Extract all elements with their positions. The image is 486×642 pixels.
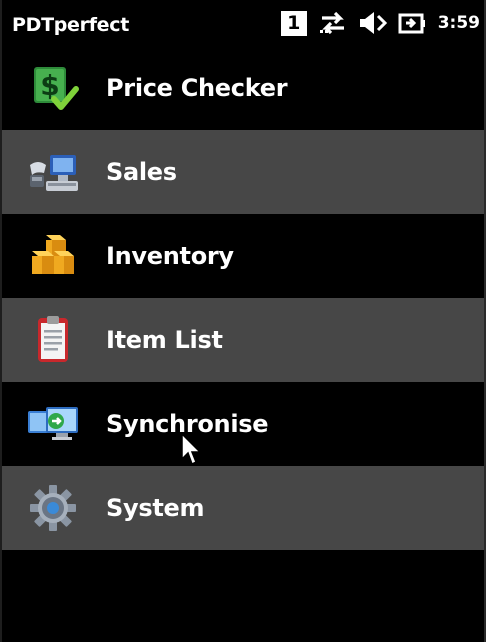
app-screen: PDTperfect 1 3:59 $ Price Checker Sales … xyxy=(0,0,486,642)
mouse-pointer-icon xyxy=(181,433,202,466)
inventory-boxes-icon xyxy=(32,235,74,274)
app-title: PDTperfect xyxy=(12,14,130,36)
menu-label: Price Checker xyxy=(106,74,288,102)
title-bar: PDTperfect 1 3:59 xyxy=(0,0,486,48)
menu-label: Item List xyxy=(106,326,223,354)
menu-label: Inventory xyxy=(106,242,234,270)
menu-item-sales[interactable]: Sales xyxy=(0,130,486,214)
svg-text:$: $ xyxy=(40,69,59,102)
menu-label: System xyxy=(106,494,205,522)
menu-item-price-checker[interactable]: $ Price Checker xyxy=(0,46,486,130)
price-checker-icon: $ xyxy=(34,67,79,110)
battery-plug-icon[interactable] xyxy=(398,11,426,35)
gear-icon xyxy=(30,485,76,531)
main-menu: $ Price Checker Sales Inventory Item Lis… xyxy=(0,46,486,550)
sync-monitor-icon xyxy=(28,407,78,440)
left-border xyxy=(0,0,2,642)
menu-label: Sales xyxy=(106,158,177,186)
speaker-muted-icon[interactable] xyxy=(358,10,388,36)
status-icons: 1 3:59 xyxy=(280,10,480,36)
menu-item-inventory[interactable]: Inventory xyxy=(0,214,486,298)
sales-terminal-icon xyxy=(30,155,78,191)
connectivity-arrows-icon[interactable] xyxy=(318,11,348,35)
clock: 3:59 xyxy=(437,13,480,33)
menu-item-system[interactable]: System xyxy=(0,466,486,550)
notification-count-badge[interactable]: 1 xyxy=(280,10,307,36)
clipboard-icon xyxy=(38,316,68,362)
menu-item-item-list[interactable]: Item List xyxy=(0,298,486,382)
menu-item-synchronise[interactable]: Synchronise xyxy=(0,382,486,466)
